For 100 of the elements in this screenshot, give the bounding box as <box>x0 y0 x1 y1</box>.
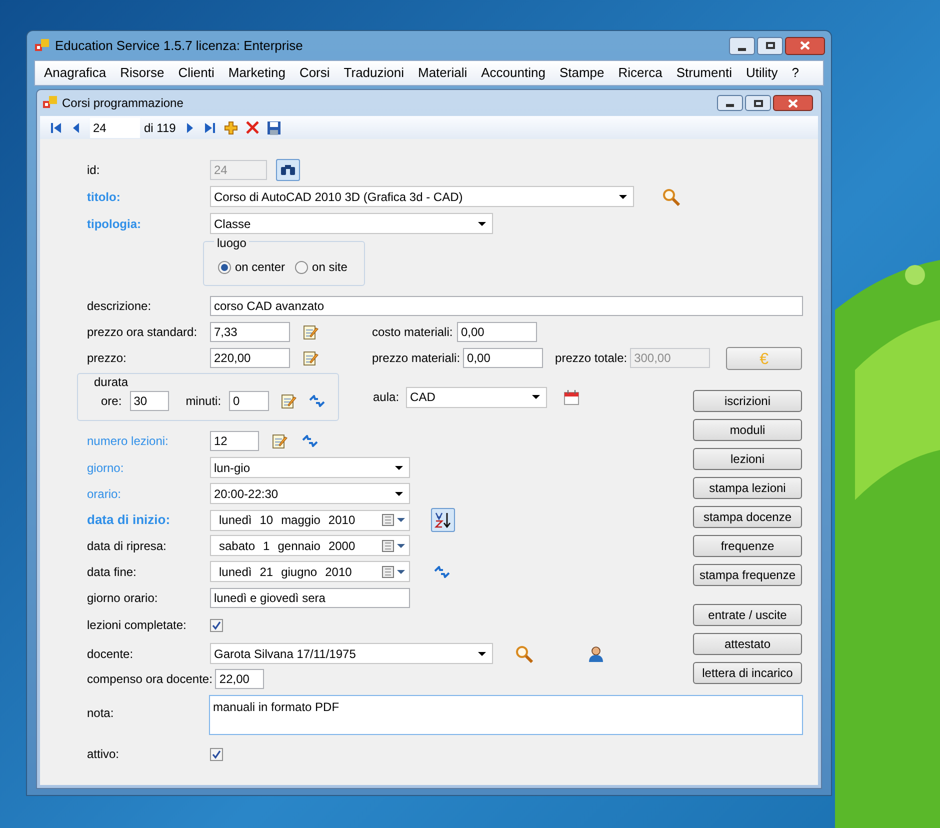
position-field[interactable]: 24 <box>90 118 140 138</box>
field-label: costo materiali: <box>372 324 454 341</box>
action-button[interactable]: stampa frequenze <box>693 564 802 586</box>
field-label: minuti: <box>186 393 222 410</box>
field-label: prezzo ora standard: <box>87 324 198 341</box>
close-button[interactable] <box>773 95 813 111</box>
caret-icon <box>619 194 627 198</box>
radio-label: on center <box>235 259 286 276</box>
add-icon[interactable] <box>224 120 238 134</box>
dropdown[interactable]: 20:00-22:30 <box>210 483 410 504</box>
dropdown[interactable]: lun-gio <box>210 457 410 478</box>
maximize-button[interactable] <box>757 36 783 54</box>
first-icon[interactable] <box>50 122 62 134</box>
menu-item[interactable]: Anagrafica <box>37 63 114 83</box>
text-area[interactable]: manuali in formato PDF <box>209 695 803 735</box>
action-button[interactable]: attestato <box>693 633 802 655</box>
delete-icon[interactable] <box>246 121 259 134</box>
input-field[interactable]: 0,00 <box>457 322 537 342</box>
arrows-icon[interactable] <box>302 435 318 447</box>
checkbox[interactable] <box>210 618 223 632</box>
arrows-icon[interactable] <box>309 395 326 407</box>
close-icon <box>788 98 798 108</box>
menu-item[interactable]: ? <box>784 63 806 83</box>
dropdown[interactable]: CAD <box>406 386 548 408</box>
calendar-dropdown-icon <box>382 514 406 526</box>
dropdown[interactable]: Corso di AutoCAD 2010 3D (Grafica 3d - CAD) <box>210 186 634 207</box>
action-button[interactable]: iscrizioni <box>693 390 802 412</box>
menu-item[interactable]: Accounting <box>474 63 552 83</box>
notepad-pencil-icon[interactable] <box>303 324 319 340</box>
field-label: titolo: <box>87 188 122 206</box>
menu-item[interactable]: Stampe <box>552 63 612 83</box>
search-icon[interactable] <box>515 644 533 662</box>
date-picker[interactable]: lunedì 10 maggio 2010 <box>210 510 410 530</box>
menu-item[interactable]: Ricerca <box>611 63 670 83</box>
field-label: data di ripresa: <box>87 538 168 554</box>
input-field[interactable]: lunedì e giovedì sera <box>210 588 410 608</box>
menu-item[interactable]: Materiali <box>411 63 474 83</box>
arrows-icon[interactable] <box>434 566 450 578</box>
minimize-button[interactable] <box>717 95 743 111</box>
caret-icon <box>395 492 403 496</box>
person-icon[interactable] <box>588 646 604 662</box>
sort-button[interactable] <box>431 508 455 532</box>
menu-item[interactable]: Utility <box>738 63 785 83</box>
menu-item[interactable]: Marketing <box>221 63 292 83</box>
input-field[interactable]: 12 <box>210 431 259 451</box>
input-field[interactable]: 0,00 <box>463 348 544 368</box>
calendar-dropdown-icon <box>382 540 406 552</box>
calendar-icon[interactable] <box>564 390 580 404</box>
caret-icon <box>395 466 403 470</box>
binoculars-button[interactable] <box>276 159 300 181</box>
input-field[interactable]: corso CAD avanzato <box>210 296 803 316</box>
field-label: data fine: <box>87 564 138 580</box>
binoculars-icon <box>280 164 296 176</box>
menu-item[interactable]: Traduzioni <box>336 63 411 83</box>
radio-label: on site <box>312 259 348 276</box>
save-icon[interactable] <box>266 120 281 134</box>
close-button[interactable] <box>785 36 825 54</box>
menu-item[interactable]: Risorse <box>113 63 172 83</box>
input-field[interactable]: 30 <box>130 391 169 411</box>
window-title: Corsi programmazione <box>62 95 184 112</box>
action-button[interactable]: frequenze <box>693 535 802 557</box>
menu-item[interactable]: Corsi <box>292 63 337 83</box>
notepad-pencil-icon[interactable] <box>272 433 288 449</box>
caret-icon <box>478 222 486 226</box>
radio-button[interactable] <box>295 260 308 274</box>
date-picker[interactable]: lunedì 21 giugno 2010 <box>210 561 410 582</box>
input-field[interactable]: 22,00 <box>215 669 264 689</box>
dropdown[interactable]: Garota Silvana 17/11/1975 <box>210 643 493 664</box>
notepad-pencil-icon[interactable] <box>281 393 298 409</box>
checkbox[interactable] <box>210 748 223 760</box>
action-button[interactable]: entrate / uscite <box>693 604 802 626</box>
app-icon <box>43 96 57 110</box>
input-field[interactable]: 7,33 <box>210 322 290 342</box>
menu-item[interactable]: Strumenti <box>669 63 739 83</box>
maximize-button[interactable] <box>745 95 771 111</box>
date-picker[interactable]: sabato 1 gennaio 2000 <box>210 535 410 556</box>
field-label: nota: <box>87 705 115 722</box>
notepad-pencil-icon[interactable] <box>303 350 319 366</box>
search-icon[interactable] <box>662 188 680 206</box>
field-label: ore: <box>101 393 122 410</box>
input-field[interactable]: 0 <box>229 391 270 411</box>
dropdown[interactable]: Classe <box>210 213 493 234</box>
action-button[interactable]: stampa lezioni <box>693 477 802 499</box>
action-button[interactable]: lezioni <box>693 448 802 470</box>
action-button[interactable]: stampa docenze <box>693 506 802 528</box>
caret-icon <box>478 652 486 656</box>
action-button[interactable]: moduli <box>693 419 802 441</box>
radio-button[interactable] <box>218 260 231 274</box>
menu-item[interactable]: Clienti <box>171 63 222 83</box>
field-label: docente: <box>87 646 134 662</box>
field-label: giorno: <box>87 460 125 476</box>
field-label: prezzo materiali: <box>372 350 462 367</box>
minimize-button[interactable] <box>729 36 755 54</box>
field-label: id: <box>87 162 101 179</box>
last-icon[interactable] <box>204 122 216 134</box>
field-label: giorno orario: <box>87 590 159 606</box>
action-button[interactable]: lettera di incarico <box>693 662 802 684</box>
field-label: prezzo: <box>87 350 128 367</box>
close-icon <box>800 41 810 50</box>
input-field[interactable]: 220,00 <box>210 348 290 368</box>
